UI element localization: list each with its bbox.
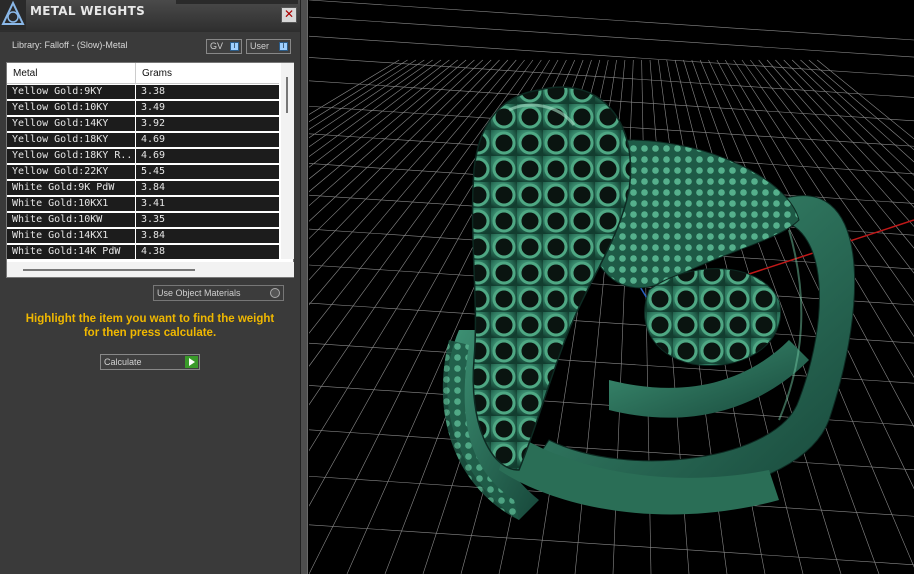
gv-indicator-icon: I — [230, 42, 239, 51]
calculate-button[interactable]: Calculate — [100, 354, 200, 370]
vertical-scroll-thumb[interactable] — [286, 77, 288, 113]
user-indicator-icon: I — [279, 42, 288, 51]
table-row[interactable]: Yellow Gold:18KY 4.69 — [7, 133, 279, 147]
cell-metal: White Gold:9K PdW — [12, 182, 115, 193]
cell-grams: 4.38 — [141, 246, 166, 257]
table-row[interactable]: Yellow Gold:22KY 5.45 — [7, 165, 279, 179]
gv-toggle-label: GV — [210, 41, 224, 51]
library-label: Library: Falloff - (Slow)-Metal — [12, 40, 128, 50]
cell-grams: 3.84 — [141, 182, 166, 193]
viewport-canvas — [309, 0, 914, 574]
horizontal-scrollbar[interactable] — [7, 262, 294, 277]
cell-metal: White Gold:14K PdW — [12, 246, 121, 257]
instructions-line-1: Highlight the item you want to find the … — [25, 313, 275, 325]
user-toggle-label: User — [250, 41, 270, 51]
cell-grams: 3.41 — [141, 198, 166, 209]
cell-metal: White Gold:10KW — [12, 214, 103, 225]
close-button[interactable]: ✕ — [281, 7, 297, 23]
titlebar-strip — [176, 0, 298, 4]
cell-metal: Yellow Gold:18KY R... — [12, 150, 132, 161]
panel-splitter[interactable] — [300, 0, 308, 574]
table-row[interactable]: Yellow Gold:14KY 3.92 — [7, 117, 279, 131]
table-header: Metal Grams — [7, 63, 279, 84]
table-row[interactable]: White Gold:9K PdW 3.84 — [7, 181, 279, 195]
gv-toggle-button[interactable]: GV I — [206, 39, 242, 54]
cell-metal: Yellow Gold:22KY — [12, 166, 109, 177]
cell-grams: 3.35 — [141, 214, 166, 225]
cell-metal: Yellow Gold:14KY — [12, 118, 109, 129]
cell-metal: White Gold:14KX1 — [12, 230, 109, 241]
radio-icon[interactable] — [270, 288, 280, 298]
instructions-text: Highlight the item you want to find the … — [10, 312, 290, 340]
cell-metal: Yellow Gold:10KY — [12, 102, 109, 113]
table-row[interactable]: White Gold:14KX1 3.84 — [7, 229, 279, 243]
metal-table: Metal Grams Yellow Gold:9KY 3.38 Yellow G… — [6, 62, 294, 278]
vertical-scrollbar[interactable] — [281, 63, 294, 259]
column-header-grams[interactable]: Grams — [142, 68, 172, 79]
cell-metal: Yellow Gold:18KY — [12, 134, 109, 145]
metal-weights-panel: METAL WEIGHTS ✕ Library: Falloff - (Slow… — [0, 0, 300, 574]
table-row[interactable]: White Gold:14K PdW 4.38 — [7, 245, 279, 259]
panel-titlebar[interactable]: METAL WEIGHTS ✕ — [0, 0, 300, 32]
table-row[interactable]: Yellow Gold:18KY R... 4.69 — [7, 149, 279, 163]
cell-grams: 3.38 — [141, 86, 166, 97]
cell-grams: 4.69 — [141, 134, 166, 145]
cell-grams: 3.84 — [141, 230, 166, 241]
panel-title: METAL WEIGHTS — [30, 4, 146, 18]
horizontal-scroll-thumb[interactable] — [23, 269, 195, 271]
3d-viewport[interactable] — [309, 0, 914, 574]
cell-grams: 3.49 — [141, 102, 166, 113]
table-row[interactable]: White Gold:10KX1 3.41 — [7, 197, 279, 211]
user-toggle-button[interactable]: User I — [246, 39, 291, 54]
table-rows: Yellow Gold:9KY 3.38 Yellow Gold:10KY 3.49… — [7, 85, 279, 261]
use-object-materials-label: Use Object Materials — [157, 288, 241, 298]
instructions-line-2: for then press calculate. — [83, 327, 217, 339]
app-logo-icon — [0, 0, 26, 30]
cell-grams: 4.69 — [141, 150, 166, 161]
table-row[interactable]: White Gold:10KW 3.35 — [7, 213, 279, 227]
cell-grams: 3.92 — [141, 118, 166, 129]
table-row[interactable]: Yellow Gold:9KY 3.38 — [7, 85, 279, 99]
column-header-metal[interactable]: Metal — [13, 68, 37, 79]
cell-grams: 5.45 — [141, 166, 166, 177]
cell-metal: Yellow Gold:9KY — [12, 86, 103, 97]
calculate-label: Calculate — [104, 357, 142, 367]
play-arrow-icon — [185, 356, 198, 368]
use-object-materials-option[interactable]: Use Object Materials — [153, 285, 284, 301]
cell-metal: White Gold:10KX1 — [12, 198, 109, 209]
column-divider[interactable] — [135, 63, 136, 84]
table-row[interactable]: Yellow Gold:10KY 3.49 — [7, 101, 279, 115]
